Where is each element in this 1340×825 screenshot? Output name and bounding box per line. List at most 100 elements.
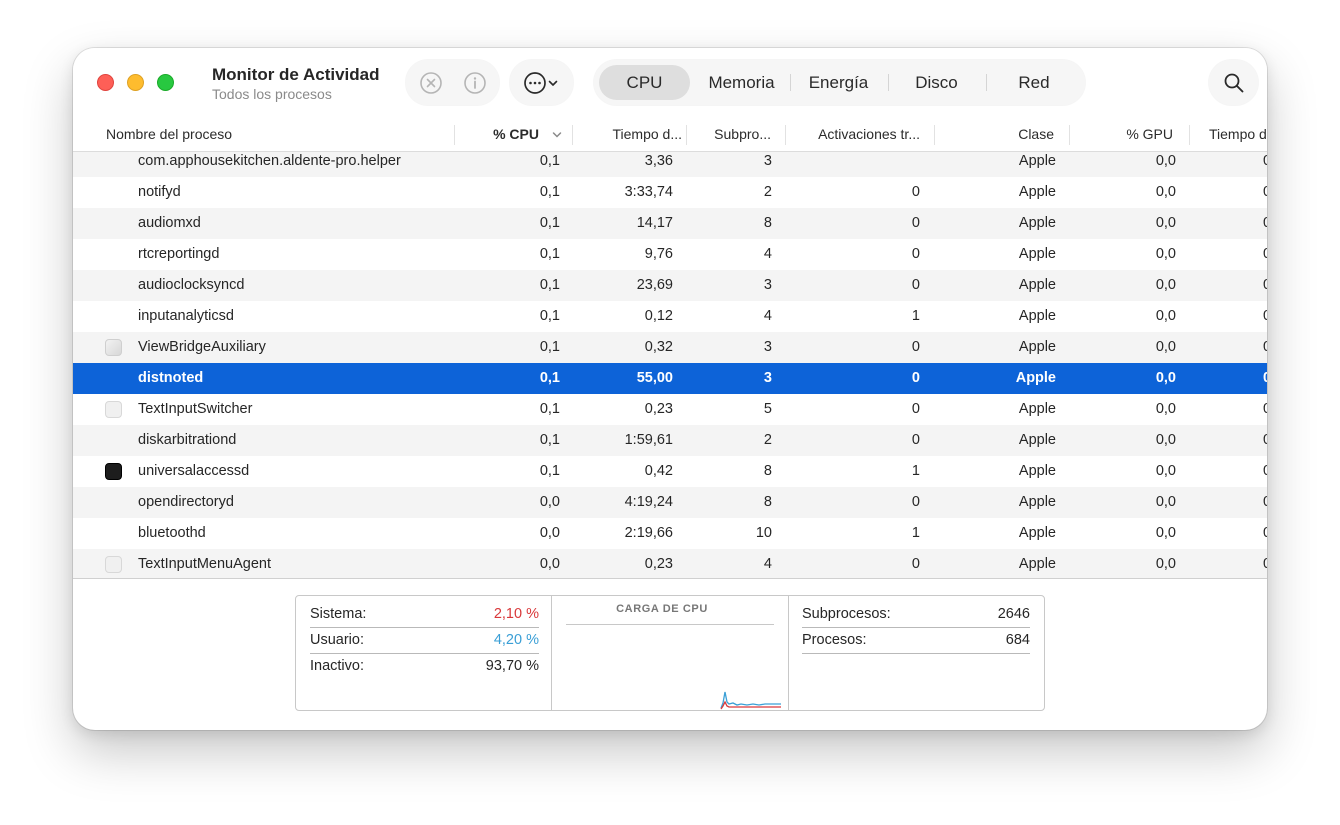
column-header-cpu-time[interactable]: Tiempo d... — [576, 123, 682, 152]
column-header-gpu-time[interactable]: Tiempo d — [1209, 123, 1267, 152]
table-row[interactable]: bluetoothd 0,0 2:19,66 10 1 Apple 0,0 0 — [73, 518, 1267, 549]
thread-count: 10 — [755, 525, 772, 541]
stat-value-idle: 93,70 % — [485, 658, 539, 674]
more-options-icon — [523, 71, 546, 94]
tab-disco[interactable]: Disco — [890, 65, 983, 100]
close-window-button[interactable] — [97, 74, 114, 91]
process-class: Apple — [1018, 339, 1056, 355]
gpu-time: 0 — [1263, 549, 1267, 578]
stat-user: Usuario: 4,20 % — [310, 628, 539, 654]
idle-wakeups: 0 — [911, 556, 920, 572]
tab-red[interactable]: Red — [988, 65, 1080, 100]
column-header-idle-wakeups[interactable]: Activaciones tr... — [789, 123, 920, 152]
gpu-time: 0 — [1263, 394, 1267, 425]
process-name: bluetoothd — [138, 525, 206, 541]
stat-idle: Inactivo: 93,70 % — [310, 654, 539, 680]
thread-count: 4 — [763, 246, 772, 262]
table-row[interactable]: TextInputMenuAgent 0,0 0,23 4 0 Apple 0,… — [73, 549, 1267, 578]
table-row-selected[interactable]: distnoted 0,1 55,00 3 0 Apple 0,0 0 — [73, 363, 1267, 394]
zoom-window-button[interactable] — [157, 74, 174, 91]
process-class: Apple — [1018, 308, 1056, 324]
inspect-process-button[interactable] — [462, 70, 487, 95]
idle-wakeups: 0 — [911, 494, 920, 510]
column-header-process-name[interactable]: Nombre del proceso — [106, 123, 446, 152]
table-row[interactable]: ViewBridgeAuxiliary 0,1 0,32 3 0 Apple 0… — [73, 332, 1267, 363]
column-header-class[interactable]: Clase — [938, 123, 1054, 152]
process-class: Apple — [1018, 401, 1056, 417]
cpu-time: 3,36 — [644, 153, 673, 169]
gpu-time: 0 — [1263, 518, 1267, 549]
thread-count: 2 — [763, 432, 772, 448]
cpu-time: 2:19,66 — [624, 525, 673, 541]
thread-count: 5 — [763, 401, 772, 417]
cpu-time: 9,76 — [644, 246, 673, 262]
process-class: Apple — [1018, 432, 1056, 448]
gpu-time: 0 — [1263, 487, 1267, 518]
gpu-time: 0 — [1263, 456, 1267, 487]
tab-cpu[interactable]: CPU — [599, 65, 690, 100]
cpu-summary-panel: Sistema: 2,10 % Usuario: 4,20 % Inactivo… — [295, 595, 1045, 711]
thread-count: 3 — [763, 153, 772, 169]
column-separator — [572, 125, 573, 145]
cpu-time: 0,42 — [644, 463, 673, 479]
stop-process-button[interactable] — [418, 70, 443, 95]
table-row[interactable]: rtcreportingd 0,1 9,76 4 0 Apple 0,0 0 — [73, 239, 1267, 270]
column-header-gpu[interactable]: % GPU — [1073, 123, 1173, 152]
process-class: Apple — [1018, 246, 1056, 262]
cpu-percent: 0,1 — [539, 339, 560, 355]
gpu-time: 0 — [1263, 332, 1267, 363]
cpu-time: 0,12 — [644, 308, 673, 324]
column-header-threads[interactable]: Subpro... — [690, 123, 771, 152]
column-separator — [1189, 125, 1190, 145]
table-row[interactable]: audioclocksyncd 0,1 23,69 3 0 Apple 0,0 … — [73, 270, 1267, 301]
table-row[interactable]: opendirectoryd 0,0 4:19,24 8 0 Apple 0,0… — [73, 487, 1267, 518]
process-name: audioclocksyncd — [138, 277, 245, 293]
minimize-window-button[interactable] — [127, 74, 144, 91]
segment-divider — [986, 74, 987, 91]
table-header: Nombre del proceso % CPU Tiempo d... Sub… — [73, 123, 1267, 152]
chevron-down-icon-wrap — [546, 70, 560, 95]
table-row[interactable]: universalaccessd 0,1 0,42 8 1 Apple 0,0 … — [73, 456, 1267, 487]
user-load-line — [720, 691, 781, 709]
thread-count: 8 — [763, 494, 772, 510]
table-row[interactable]: inputanalyticsd 0,1 0,12 4 1 Apple 0,0 0 — [73, 301, 1267, 332]
gpu-percent: 0,0 — [1155, 494, 1176, 510]
idle-wakeups: 0 — [911, 246, 920, 262]
column-header-cpu[interactable]: % CPU — [455, 123, 539, 152]
idle-wakeups: 0 — [911, 215, 920, 231]
idle-wakeups — [789, 152, 920, 177]
gpu-percent: 0,0 — [1155, 401, 1176, 417]
window-title: Monitor de Actividad — [212, 65, 380, 84]
stat-label: Procesos: — [802, 632, 867, 648]
search-button[interactable] — [1209, 60, 1258, 105]
gpu-time: 0 — [1263, 177, 1267, 208]
cpu-percent: 0,0 — [539, 556, 560, 572]
idle-wakeups: 0 — [911, 339, 920, 355]
segment-divider — [888, 74, 889, 91]
process-name: distnoted — [138, 370, 204, 386]
process-name: universalaccessd — [138, 463, 250, 479]
stat-value-threads: 2646 — [997, 606, 1030, 622]
process-class: Apple — [1018, 463, 1056, 479]
gpu-percent: 0,0 — [1155, 246, 1176, 262]
table-row[interactable]: audiomxd 0,1 14,17 8 0 Apple 0,0 0 — [73, 208, 1267, 239]
table-row[interactable]: TextInputSwitcher 0,1 0,23 5 0 Apple 0,0… — [73, 394, 1267, 425]
process-class: Apple — [1015, 370, 1056, 386]
more-options-button[interactable] — [510, 60, 573, 105]
idle-wakeups: 0 — [911, 370, 920, 386]
table-row[interactable]: diskarbitrationd 0,1 1:59,61 2 0 Apple 0… — [73, 425, 1267, 456]
process-name: rtcreportingd — [138, 246, 220, 262]
stat-value-user: 4,20 % — [493, 632, 539, 648]
process-class: Apple — [1018, 153, 1056, 169]
cpu-time: 23,69 — [636, 277, 673, 293]
stop-process-icon — [419, 71, 442, 94]
column-separator — [934, 125, 935, 145]
tab-energia[interactable]: Energía — [792, 65, 885, 100]
thread-count: 3 — [763, 339, 772, 355]
idle-wakeups: 0 — [911, 432, 920, 448]
table-row[interactable]: notifyd 0,1 3:33,74 2 0 Apple 0,0 0 — [73, 177, 1267, 208]
tab-memoria[interactable]: Memoria — [695, 65, 788, 100]
table-row[interactable]: com.apphousekitchen.aldente-pro.helper 0… — [73, 152, 1267, 177]
cpu-percent: 0,1 — [539, 463, 560, 479]
process-name: diskarbitrationd — [138, 432, 237, 448]
